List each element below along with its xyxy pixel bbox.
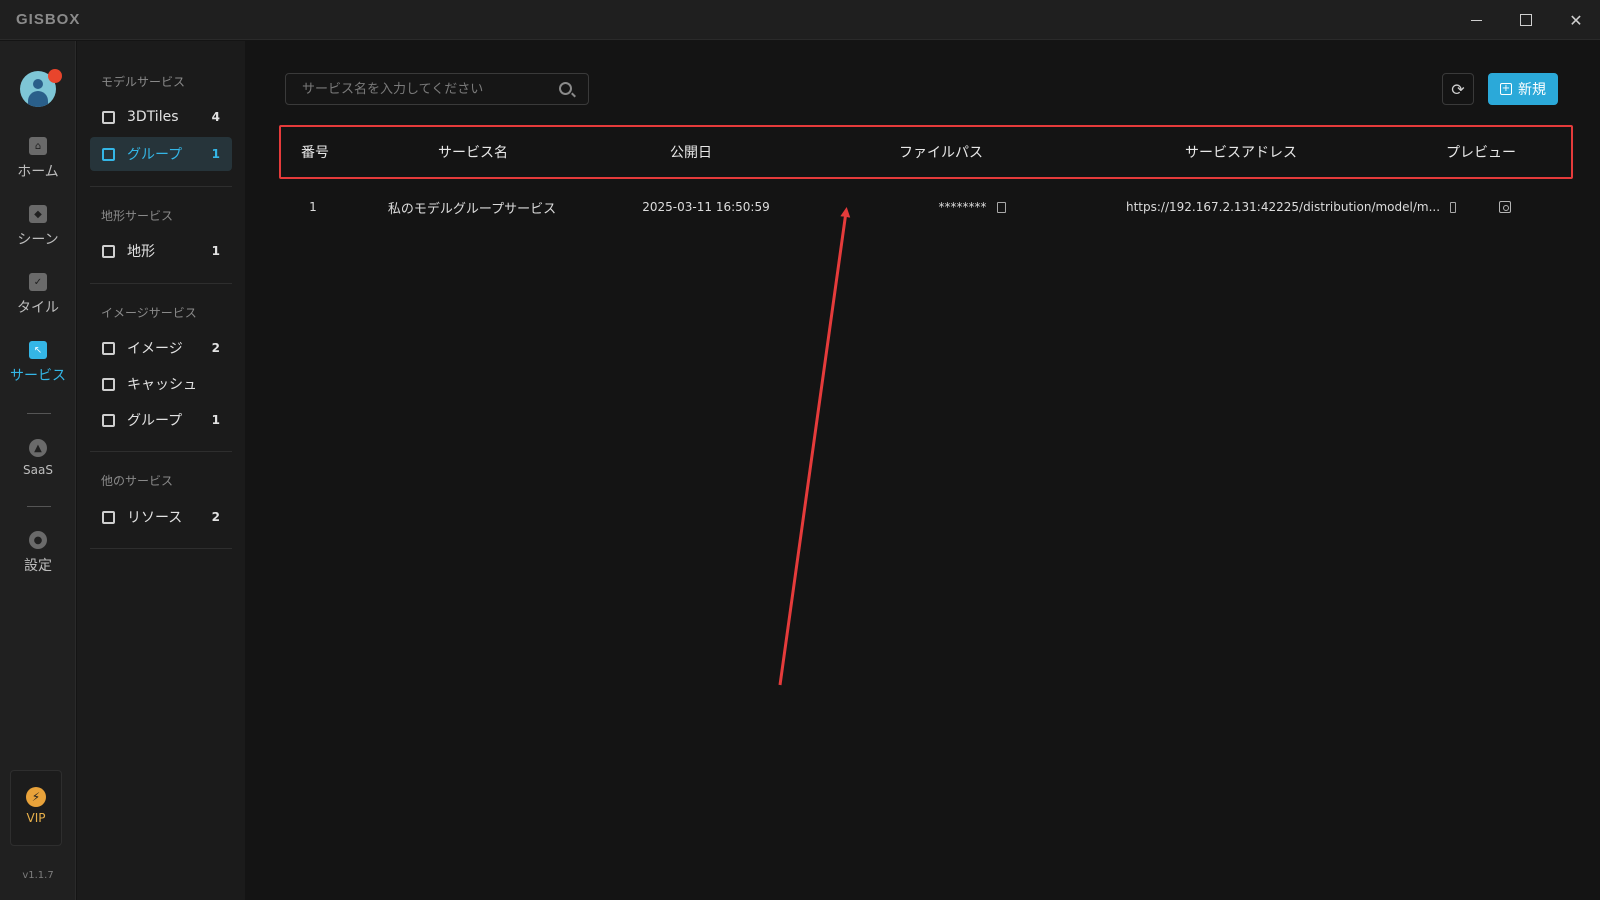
annotation-arrow [778, 207, 851, 686]
annotation-arrow-line [778, 207, 851, 686]
